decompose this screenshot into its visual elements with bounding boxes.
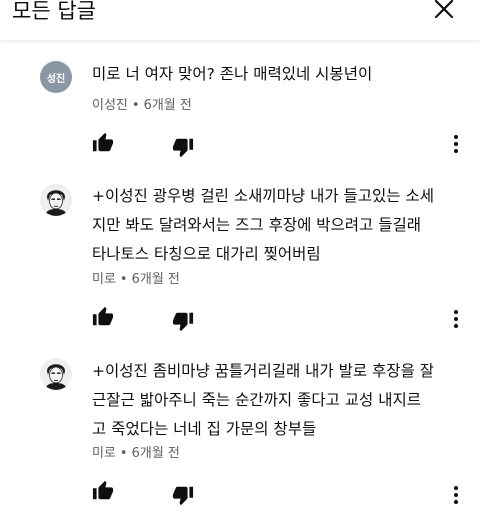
comment-author[interactable]: 미로: [92, 446, 116, 461]
dislike-button[interactable]: [172, 484, 194, 506]
avatar-image: [40, 184, 72, 216]
comment-meta: 미로 • 6개월 전: [92, 442, 180, 461]
avatar[interactable]: 성진: [40, 61, 72, 93]
comment-author[interactable]: 이성진: [92, 98, 128, 113]
replies-header: 모든 답글: [0, 0, 480, 40]
thumb-down-icon: [172, 310, 194, 332]
avatar[interactable]: [40, 358, 72, 390]
comment-text-line: 지만 봐도 달려와서는 즈그 후장에 박으려고 들길래: [92, 216, 422, 234]
meta-separator: •: [131, 98, 140, 113]
comment-text: +이성진 좀비마냥 꿈틀거리길래 내가 발로 후장을 잘 근잘근 밟아주니 죽는…: [92, 357, 464, 444]
thumb-up-icon: [92, 132, 114, 154]
more-options-button[interactable]: [448, 483, 464, 507]
like-button[interactable]: [92, 132, 114, 154]
avatar-image: [40, 358, 72, 390]
comment-time: 6개월 전: [131, 272, 180, 287]
comment-text-line: 고 죽었다는 너네 집 가문의 창부들: [92, 420, 317, 438]
comment-meta: 미로 • 6개월 전: [92, 268, 180, 287]
comment-text-line: 타나토스 타칭으로 대가리 찢어버림: [92, 245, 321, 263]
avatar[interactable]: [40, 184, 72, 216]
header-title: 모든 답글: [12, 0, 96, 23]
comment-text-line: +이성진 광우병 걸린 소새끼마냥 내가 들고있는 소세: [92, 187, 435, 205]
more-options-button[interactable]: [448, 132, 464, 156]
thumb-down-icon: [172, 484, 194, 506]
like-button[interactable]: [92, 480, 114, 502]
comment-time: 6개월 전: [143, 98, 192, 113]
comment-author[interactable]: 미로: [92, 272, 116, 287]
thumb-up-icon: [92, 306, 114, 328]
more-vert-icon: [454, 486, 458, 504]
more-vert-icon: [454, 135, 458, 153]
comment-text: +이성진 광우병 걸린 소새끼마냥 내가 들고있는 소세 지만 봐도 달려와서는…: [92, 182, 464, 269]
avatar-initials: 성진: [46, 73, 66, 85]
comment-meta: 이성진 • 6개월 전: [92, 94, 192, 113]
comment-time: 6개월 전: [131, 446, 180, 461]
close-icon: [434, 0, 454, 19]
meta-separator: •: [119, 446, 128, 461]
thumb-up-icon: [92, 480, 114, 502]
comment-text: 미로 너 여자 맞어? 존나 매력있네 시봉년이: [92, 65, 373, 83]
dislike-button[interactable]: [172, 310, 194, 332]
thumb-down-icon: [172, 136, 194, 158]
close-button[interactable]: [430, 0, 458, 22]
comment-text-line: 근잘근 밟아주니 죽는 순간까지 좋다고 교성 내지르: [92, 391, 422, 409]
meta-separator: •: [119, 272, 128, 287]
more-vert-icon: [454, 310, 458, 328]
comment-text-line: +이성진 좀비마냥 꿈틀거리길래 내가 발로 후장을 잘: [92, 362, 435, 380]
dislike-button[interactable]: [172, 136, 194, 158]
like-button[interactable]: [92, 306, 114, 328]
more-options-button[interactable]: [448, 307, 464, 331]
